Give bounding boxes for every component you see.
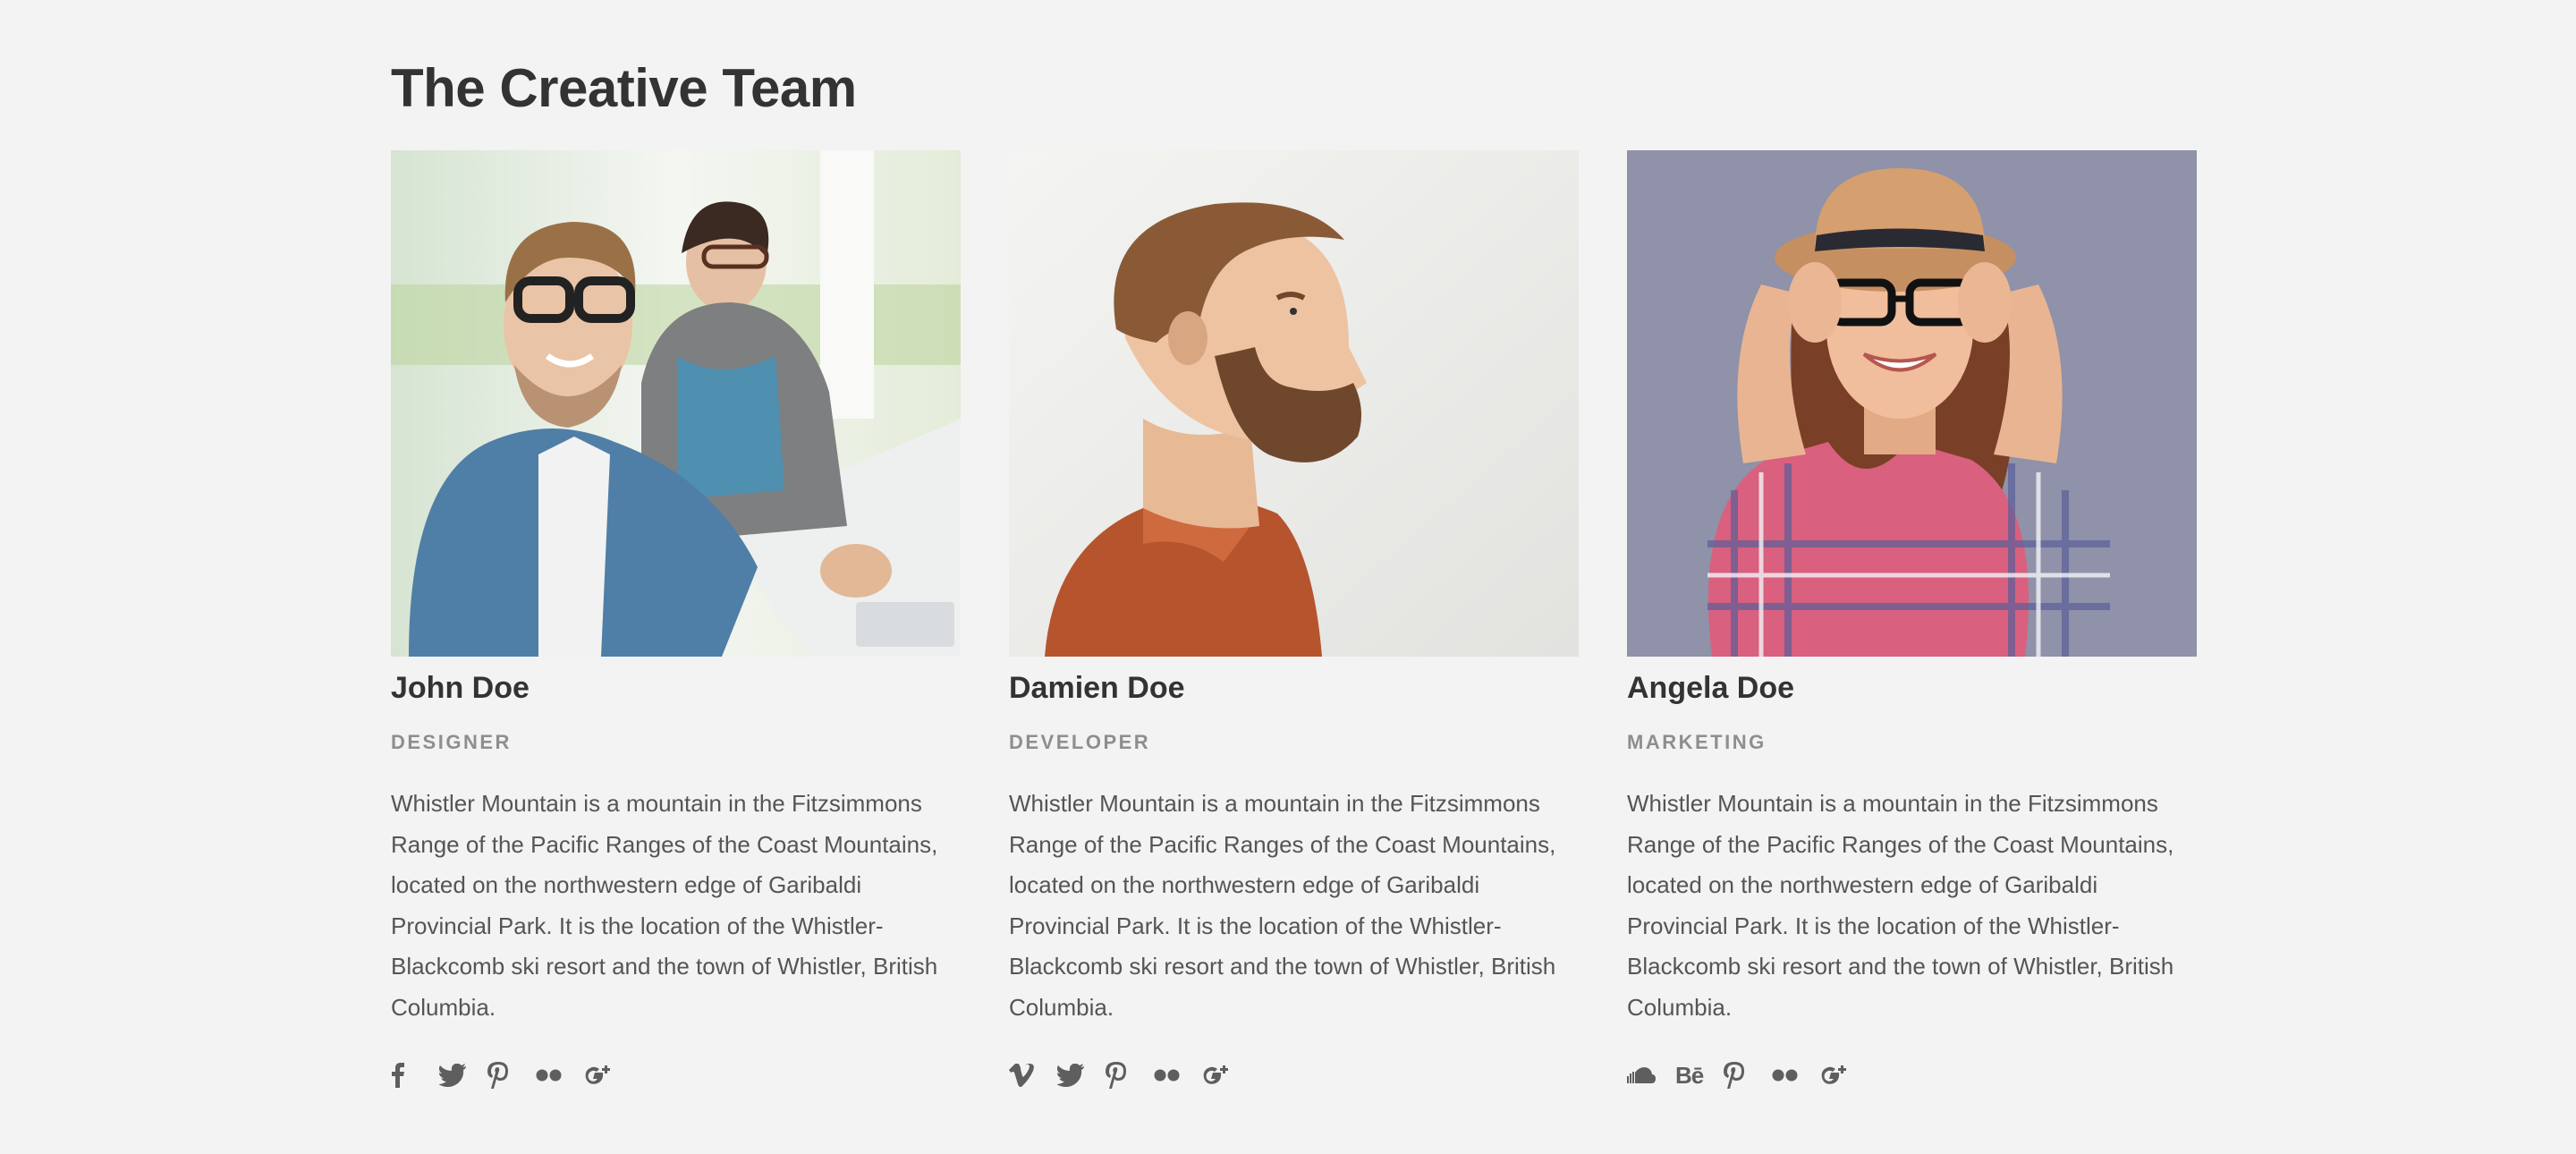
team-card-angela-doe: Angela Doe MARKETING Whistler Mountain i… — [1627, 150, 2197, 1089]
flickr-icon[interactable] — [536, 1058, 584, 1092]
behance-label: Bē — [1675, 1061, 1704, 1089]
team-member-role: DESIGNER — [391, 731, 512, 753]
team-member-photo — [1627, 150, 2197, 657]
team-member-bio: Whistler Mountain is a mountain in the F… — [391, 790, 938, 1021]
twitter-icon[interactable] — [1057, 1058, 1106, 1092]
pinterest-icon[interactable] — [487, 1058, 536, 1092]
social-links: Bē — [1627, 1058, 1868, 1092]
flickr-icon[interactable] — [1772, 1058, 1820, 1092]
team-member-photo — [1009, 150, 1579, 657]
team-member-bio: Whistler Mountain is a mountain in the F… — [1009, 790, 1556, 1021]
team-member-role: DEVELOPER — [1009, 731, 1151, 753]
team-section: The Creative Team John Doe DESIGNER Whis… — [391, 0, 2197, 1154]
soundcloud-icon[interactable] — [1627, 1058, 1675, 1092]
social-links — [1009, 1058, 1250, 1092]
team-member-role: MARKETING — [1627, 731, 1767, 753]
team-member-photo — [391, 150, 961, 657]
team-card-damien-doe: Damien Doe DEVELOPER Whistler Mountain i… — [1009, 150, 1579, 1089]
twitter-icon[interactable] — [439, 1058, 487, 1092]
pinterest-icon[interactable] — [1106, 1058, 1154, 1092]
google-plus-icon[interactable] — [584, 1058, 632, 1092]
section-title: The Creative Team — [391, 58, 857, 118]
team-member-name: John Doe — [391, 671, 530, 705]
flickr-icon[interactable] — [1154, 1058, 1202, 1092]
social-links — [391, 1058, 632, 1092]
team-member-name: Angela Doe — [1627, 671, 1795, 705]
google-plus-icon[interactable] — [1202, 1058, 1250, 1092]
behance-icon[interactable]: Bē — [1675, 1058, 1724, 1092]
vimeo-icon[interactable] — [1009, 1058, 1057, 1092]
team-card-john-doe: John Doe DESIGNER Whistler Mountain is a… — [391, 150, 961, 1089]
google-plus-icon[interactable] — [1820, 1058, 1868, 1092]
pinterest-icon[interactable] — [1724, 1058, 1772, 1092]
team-member-bio: Whistler Mountain is a mountain in the F… — [1627, 790, 2174, 1021]
team-member-name: Damien Doe — [1009, 671, 1185, 705]
facebook-icon[interactable] — [391, 1058, 439, 1092]
